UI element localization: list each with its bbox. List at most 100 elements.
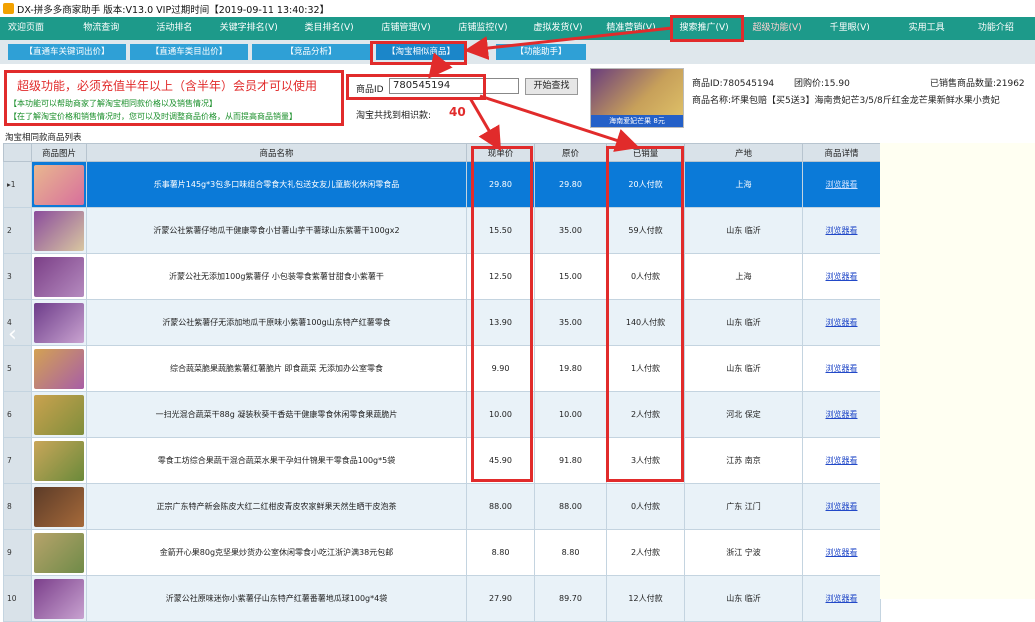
detail-cell: 浏览器看 — [802, 529, 881, 576]
product-image-cell[interactable] — [31, 207, 87, 254]
view-in-browser-link[interactable]: 浏览器看 — [826, 502, 858, 511]
row-number: 3 — [3, 253, 32, 300]
origin-place: 河北 保定 — [684, 391, 803, 438]
header-detail[interactable]: 商品详情 — [802, 143, 881, 162]
product-image-cell[interactable] — [31, 437, 87, 484]
product-name-text: 商品名称:坏果包赔【买5送3】海南贵妃芒3/5/8斤红金龙芒果新鲜水果小贵妃 — [692, 96, 1000, 106]
vip-notice-line1: 【本功能可以帮助商家了解淘宝相同款价格以及销售情况】 — [9, 99, 217, 108]
view-in-browser-link[interactable]: 浏览器看 — [826, 272, 858, 281]
original-price: 8.80 — [534, 529, 607, 576]
view-in-browser-link[interactable]: 浏览器看 — [826, 318, 858, 327]
table-row[interactable]: 2 沂蒙公社紫薯仔地瓜干健康零食小甘薯山芋干薯球山东紫薯干100gx2 15.50 3… — [3, 207, 881, 254]
product-image-cell[interactable] — [31, 345, 87, 392]
menu-shop-monitor[interactable]: 店铺监控(V) — [450, 17, 525, 40]
product-image-cell[interactable] — [31, 529, 87, 576]
origin-place: 浙江 宁波 — [684, 529, 803, 576]
origin-place: 江苏 南京 — [684, 437, 803, 484]
product-name: 金箭开心果80g克坚果炒货办公室休闲零食小吃江浙沪满38元包邮 — [86, 529, 467, 576]
sub-tab-bar: 【直通车关键词出价】 【直通车类目出价】 【竞品分析】 【淘宝相似商品】 【功能… — [0, 40, 1035, 64]
menu-activity-rank[interactable]: 活动排名 — [148, 17, 211, 40]
origin-place: 上海 — [684, 253, 803, 300]
highlight-similar-tab — [370, 41, 467, 65]
product-image-cell[interactable] — [31, 161, 87, 208]
menu-category-rank[interactable]: 类目排名(V) — [296, 17, 373, 40]
product-name: 沂蒙公社紫薯仔地瓜干健康零食小甘薯山芋干薯球山东紫薯干100gx2 — [86, 207, 467, 254]
table-row[interactable]: 4 沂蒙公社紫薯仔无添加地瓜干原味小紫薯100g山东特产红薯零食 13.90 35.0… — [3, 299, 881, 346]
highlight-super-menu — [670, 15, 744, 42]
product-name: 沂蒙公社无添加100g紫薯仔 小包装零食紫薯甘甜食小紫薯干 — [86, 253, 467, 300]
view-in-browser-link[interactable]: 浏览器看 — [826, 548, 858, 557]
view-in-browser-link[interactable]: 浏览器看 — [826, 410, 858, 419]
product-name: 零食工坊综合果蔬干混合蔬菜水果干孕妇什锦果干零食品100g*5袋 — [86, 437, 467, 484]
product-image — [34, 210, 84, 251]
product-image-cell[interactable] — [31, 391, 87, 438]
menu-feature-intro[interactable]: 功能介绍 — [970, 17, 1035, 40]
title-bar: DX-拼多多商家助手 版本:V13.0 VIP过期时间【2019-09-11 1… — [0, 0, 1035, 17]
view-in-browser-link[interactable]: 浏览器看 — [826, 226, 858, 235]
table-row[interactable]: 6 一扫光混合蔬菜干88g 凝装秋葵干香菇干健康零食休闲零食果蔬脆片 10.00 10… — [3, 391, 881, 438]
row-number: ▸1 — [3, 161, 32, 208]
detail-cell: 浏览器看 — [802, 299, 881, 346]
menu-super-features[interactable]: 超级功能(V) — [744, 17, 811, 40]
highlight-price-column — [471, 146, 533, 482]
window-title: DX-拼多多商家助手 版本:V13.0 VIP过期时间【2019-09-11 1… — [17, 4, 330, 16]
origin-place: 山东 临沂 — [684, 345, 803, 392]
product-image — [34, 532, 84, 573]
table-row[interactable]: 3 沂蒙公社无添加100g紫薯仔 小包装零食紫薯甘甜食小紫薯干 12.50 15.00… — [3, 253, 881, 300]
header-name[interactable]: 商品名称 — [86, 143, 467, 162]
table-row[interactable]: 8 正宗广东特产新会陈皮大红二红柑皮青皮农家鲜果天然生晒干皮泡茶 88.00 88.0… — [3, 483, 881, 530]
product-image — [34, 394, 84, 435]
product-image-cell[interactable] — [31, 299, 87, 346]
view-in-browser-link[interactable]: 浏览器看 — [826, 180, 858, 189]
product-image — [34, 256, 84, 297]
original-price: 29.80 — [534, 161, 607, 208]
main-menu-bar: 欢迎页面 物流查询 活动排名 关键字排名(V) 类目排名(V) 店铺管理(V) … — [0, 17, 1035, 40]
tab-feature-helper[interactable]: 【功能助手】 — [496, 44, 586, 60]
menu-precise-marketing[interactable]: 精准营销(V) — [598, 17, 671, 40]
product-name: 沂蒙公社紫薯仔无添加地瓜干原味小紫薯100g山东特产红薯零食 — [86, 299, 467, 346]
tab-ztc-category-bid[interactable]: 【直通车类目出价】 — [130, 44, 248, 60]
header-image[interactable]: 商品图片 — [31, 143, 87, 162]
similar-products-table: 商品图片 商品名称 现单价 原价 已销量 产地 商品详情 ▸1 乐事薯片145g*… — [3, 143, 881, 622]
detail-cell: 浏览器看 — [802, 253, 881, 300]
header-rownum — [3, 143, 32, 162]
menu-shop-manage[interactable]: 店铺管理(V) — [373, 17, 450, 40]
origin-place: 广东 江门 — [684, 483, 803, 530]
menu-welcome[interactable]: 欢迎页面 — [0, 17, 63, 40]
detail-cell: 浏览器看 — [802, 161, 881, 208]
tab-ztc-keyword-bid[interactable]: 【直通车关键词出价】 — [8, 44, 126, 60]
menu-logistics[interactable]: 物流查询 — [75, 17, 138, 40]
view-in-browser-link[interactable]: 浏览器看 — [826, 456, 858, 465]
table-header: 商品图片 商品名称 现单价 原价 已销量 产地 商品详情 — [3, 143, 881, 162]
scroll-left-arrow[interactable]: ‹ — [8, 320, 22, 350]
detail-cell: 浏览器看 — [802, 207, 881, 254]
tab-competitor-analysis[interactable]: 【竞品分析】 — [252, 44, 370, 60]
original-price: 88.00 — [534, 483, 607, 530]
highlight-sales-column — [606, 146, 684, 482]
found-count: 40 — [449, 105, 466, 119]
menu-virtual-ship[interactable]: 虚拟发货(V) — [525, 17, 598, 40]
current-price: 8.80 — [466, 529, 535, 576]
original-price: 15.00 — [534, 253, 607, 300]
menu-keyword-rank[interactable]: 关键字排名(V) — [212, 17, 297, 40]
detail-cell: 浏览器看 — [802, 345, 881, 392]
row-number: 5 — [3, 345, 32, 392]
sales-count: 0人付款 — [606, 483, 685, 530]
view-in-browser-link[interactable]: 浏览器看 — [826, 364, 858, 373]
row-number: 6 — [3, 391, 32, 438]
table-row[interactable]: ▸1 乐事薯片145g*3包多口味组合零食大礼包送女友儿童膨化休闲零食品 29.80… — [3, 161, 881, 208]
menu-clairvoyant[interactable]: 千里眼(V) — [822, 17, 893, 40]
product-image-cell[interactable] — [31, 253, 87, 300]
start-search-button[interactable]: 开始查找 — [525, 78, 578, 95]
table-row[interactable]: 5 综合蔬菜脆果蔬脆紫薯红薯脆片 即食蔬菜 无添加办公室零食 9.90 19.80 1人… — [3, 345, 881, 392]
menu-tools[interactable]: 实用工具 — [901, 17, 966, 40]
header-origin[interactable]: 产地 — [684, 143, 803, 162]
table-row[interactable]: 9 金箭开心果80g克坚果炒货办公室休闲零食小吃江浙沪满38元包邮 8.80 8.80… — [3, 529, 881, 576]
header-orig-price[interactable]: 原价 — [534, 143, 607, 162]
list-caption: 淘宝相同款商品列表 — [5, 133, 82, 143]
row-number: 9 — [3, 529, 32, 576]
right-empty-panel — [880, 143, 1035, 599]
table-row[interactable]: 7 零食工坊综合果蔬干混合蔬菜水果干孕妇什锦果干零食品100g*5袋 45.90 91… — [3, 437, 881, 484]
product-image — [34, 486, 84, 527]
product-image-cell[interactable] — [31, 483, 87, 530]
